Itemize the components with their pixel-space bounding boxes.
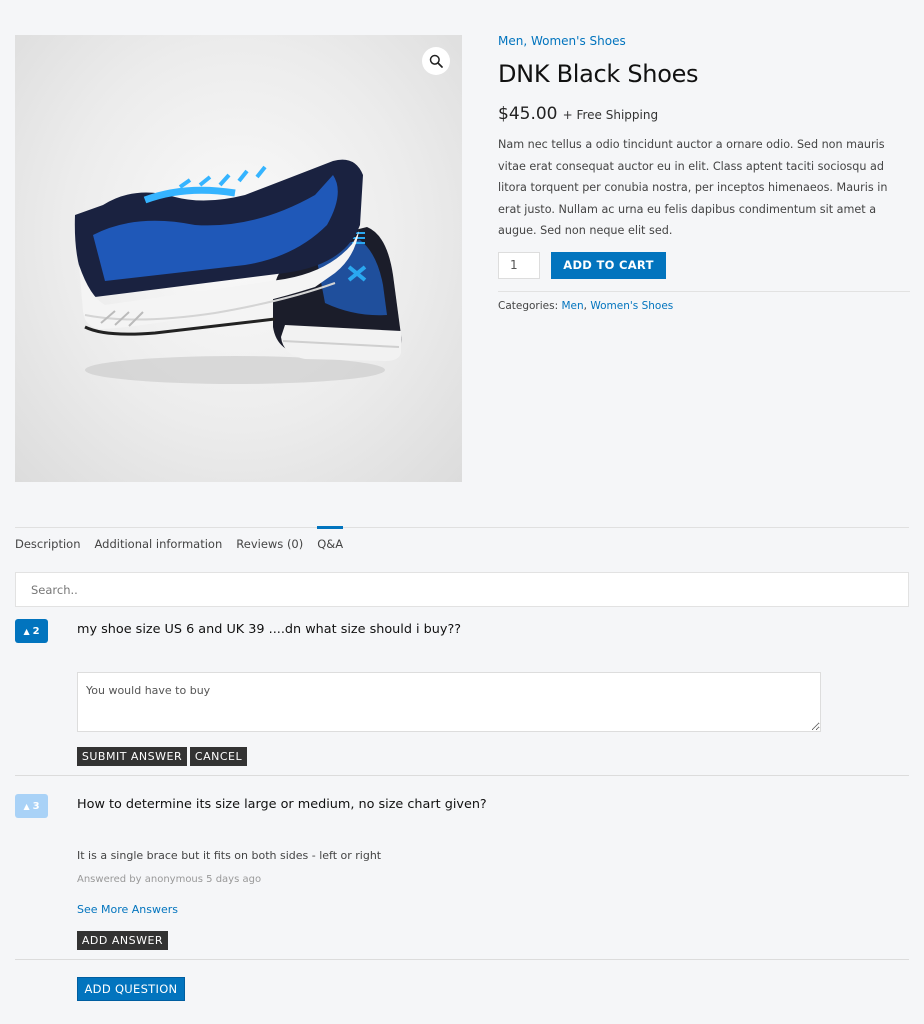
tab-description[interactable]: Description — [15, 528, 81, 558]
question-divider — [15, 775, 909, 776]
cancel-button[interactable]: CANCEL — [190, 747, 247, 766]
answer-text: It is a single brace but it fits on both… — [77, 849, 382, 862]
price-row: $45.00 + Free Shipping — [498, 103, 910, 126]
question-divider — [15, 959, 909, 960]
shipping-note: + Free Shipping — [562, 108, 659, 122]
see-more-answers-link[interactable]: See More Answers — [77, 903, 178, 916]
answer-textarea[interactable]: You would have to buy — [77, 672, 821, 732]
upvote-button[interactable]: ▲ 2 — [15, 619, 48, 643]
quantity-input[interactable] — [498, 251, 540, 279]
product-meta: Categories: Men, Women's Shoes — [498, 299, 674, 312]
vote-count: 3 — [32, 800, 40, 812]
tab-reviews[interactable]: Reviews (0) — [236, 528, 303, 558]
product-title: DNK Black Shoes — [498, 60, 699, 88]
vote-count: 2 — [32, 625, 40, 637]
breadcrumb-categories: Men, Women's Shoes — [498, 34, 626, 48]
zoom-button[interactable] — [422, 47, 450, 75]
category-link-men[interactable]: Men — [498, 34, 523, 48]
add-to-cart-button[interactable]: ADD TO CART — [551, 251, 666, 279]
question-text: How to determine its size large or mediu… — [77, 797, 487, 812]
answer-meta: Answered by anonymous 5 days ago — [77, 874, 262, 885]
add-answer-button[interactable]: ADD ANSWER — [77, 931, 168, 950]
tab-additional-information[interactable]: Additional information — [95, 528, 223, 558]
meta-label: Categories: — [498, 299, 559, 312]
tab-qa[interactable]: Q&A — [317, 526, 343, 558]
qa-search-input[interactable] — [15, 572, 909, 607]
submit-answer-button[interactable]: SUBMIT ANSWER — [77, 747, 187, 766]
category-link-womens-shoes[interactable]: Women's Shoes — [531, 34, 626, 48]
product-tabs: Description Additional information Revie… — [15, 526, 357, 558]
product-image[interactable] — [15, 35, 462, 482]
product-description: Nam nec tellus a odio tincidunt auctor a… — [498, 138, 888, 238]
question-text: my shoe size US 6 and UK 39 ....dn what … — [77, 622, 462, 637]
cart-form: ADD TO CART — [498, 251, 910, 279]
upvote-arrow-icon: ▲ — [23, 626, 30, 636]
product-summary: Men, Women's Shoes DNK Black Shoes $45.0… — [498, 33, 910, 312]
upvote-arrow-icon: ▲ — [23, 801, 30, 811]
meta-category-link-men[interactable]: Men — [561, 300, 583, 312]
meta-divider — [498, 290, 910, 292]
price: $45.00 — [498, 104, 558, 124]
meta-category-link-womens-shoes[interactable]: Women's Shoes — [590, 300, 673, 312]
upvote-button[interactable]: ▲ 3 — [15, 794, 48, 818]
magnifier-icon — [429, 54, 443, 68]
shoes-image — [74, 159, 402, 384]
add-question-button[interactable]: ADD QUESTION — [77, 977, 185, 1001]
